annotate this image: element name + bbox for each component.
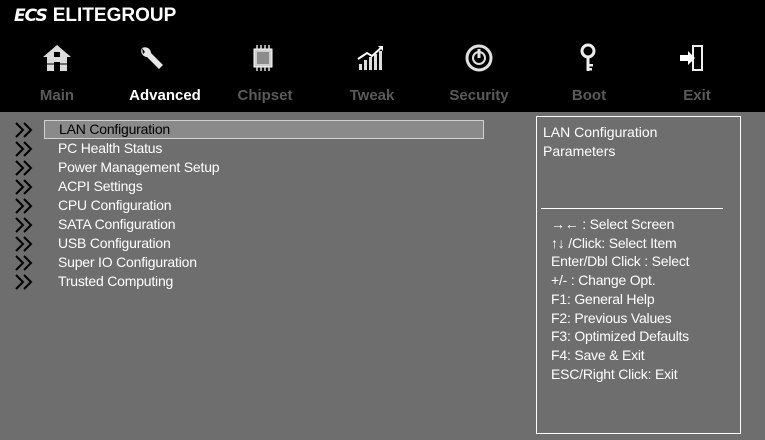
- bios-header: ECS ELITEGROUP Main Advanced Chipset Twe…: [0, 0, 765, 112]
- wrench-icon[interactable]: [131, 38, 171, 78]
- menu-item-label: Trusted Computing: [58, 273, 174, 289]
- key-icon[interactable]: [568, 38, 608, 78]
- menu-item-sata-configuration[interactable]: SATA Configuration: [14, 215, 514, 234]
- menu-item-label: Super IO Configuration: [58, 254, 197, 270]
- menu-item-pc-health-status[interactable]: PC Health Status: [14, 139, 514, 158]
- menu-item-label: PC Health Status: [58, 140, 163, 156]
- menu-item-acpi-settings[interactable]: ACPI Settings: [14, 177, 514, 196]
- key-hint: Enter/Dbl Click : Select: [551, 253, 690, 270]
- tab-advanced[interactable]: Advanced: [110, 84, 220, 108]
- double-chevron-icon: [14, 215, 44, 234]
- menu-item-label: Power Management Setup: [58, 159, 220, 175]
- tab-icon-row: [0, 38, 765, 82]
- tweak-chart-icon[interactable]: [351, 38, 391, 78]
- menu-item-label: USB Configuration: [58, 235, 171, 251]
- menu-item-label: LAN Configuration: [44, 120, 484, 139]
- double-chevron-icon: [14, 139, 44, 158]
- brand-name: ELITEGROUP: [52, 5, 177, 26]
- tab-main[interactable]: Main: [2, 84, 112, 108]
- key-hint: →← : Select Screen: [551, 216, 675, 232]
- double-chevron-icon: [14, 120, 44, 139]
- help-panel: LAN Configuration Parameters →← : Select…: [536, 116, 741, 434]
- menu-item-usb-configuration[interactable]: USB Configuration: [14, 234, 514, 253]
- double-chevron-icon: [14, 272, 44, 291]
- help-divider: [541, 208, 723, 209]
- menu-item-label: ACPI Settings: [58, 178, 143, 194]
- chip-icon[interactable]: [243, 38, 283, 78]
- tab-boot[interactable]: Boot: [534, 84, 644, 108]
- help-description: LAN Configuration Parameters: [543, 124, 658, 159]
- tab-tweak[interactable]: Tweak: [317, 84, 427, 108]
- double-chevron-icon: [14, 177, 44, 196]
- brand: ECS ELITEGROUP: [14, 4, 176, 28]
- tab-exit[interactable]: Exit: [642, 84, 752, 108]
- security-icon[interactable]: [459, 38, 499, 78]
- tab-chipset[interactable]: Chipset: [210, 84, 320, 108]
- ecs-logo: ECS: [14, 6, 48, 26]
- menu-item-label: SATA Configuration: [58, 216, 176, 232]
- menu-item-cpu-configuration[interactable]: CPU Configuration: [14, 196, 514, 215]
- double-chevron-icon: [14, 158, 44, 177]
- menu-item-trusted-computing[interactable]: Trusted Computing: [14, 272, 514, 291]
- advanced-menu: LAN Configuration PC Health Status Power…: [14, 112, 534, 432]
- double-chevron-icon: [14, 234, 44, 253]
- menu-item-label: CPU Configuration: [58, 197, 172, 213]
- menu-item-power-management-setup[interactable]: Power Management Setup: [14, 158, 514, 177]
- key-legend: →← : Select Screen ↑↓ /Click: Select Ite…: [551, 215, 737, 383]
- menu-item-super-io-configuration[interactable]: Super IO Configuration: [14, 253, 514, 272]
- double-chevron-icon: [14, 253, 44, 272]
- key-hint: F1: General Help: [551, 290, 655, 307]
- tab-security[interactable]: Security: [424, 84, 534, 108]
- key-hint: F4: Save & Exit: [551, 346, 645, 363]
- menu-item-lan-configuration[interactable]: LAN Configuration: [14, 120, 514, 139]
- key-hint: ESC/Right Click: Exit: [551, 365, 678, 382]
- key-hint: F2: Previous Values: [551, 309, 672, 326]
- key-hint: +/- : Change Opt.: [551, 272, 656, 289]
- tab-bar: Main Advanced Chipset Tweak Security Boo…: [0, 84, 765, 108]
- exit-icon[interactable]: [672, 38, 712, 78]
- key-hint: ↑↓ /Click: Select Item: [551, 234, 677, 251]
- key-hint: F3: Optimized Defaults: [551, 328, 689, 345]
- home-icon[interactable]: [37, 38, 77, 78]
- double-chevron-icon: [14, 196, 44, 215]
